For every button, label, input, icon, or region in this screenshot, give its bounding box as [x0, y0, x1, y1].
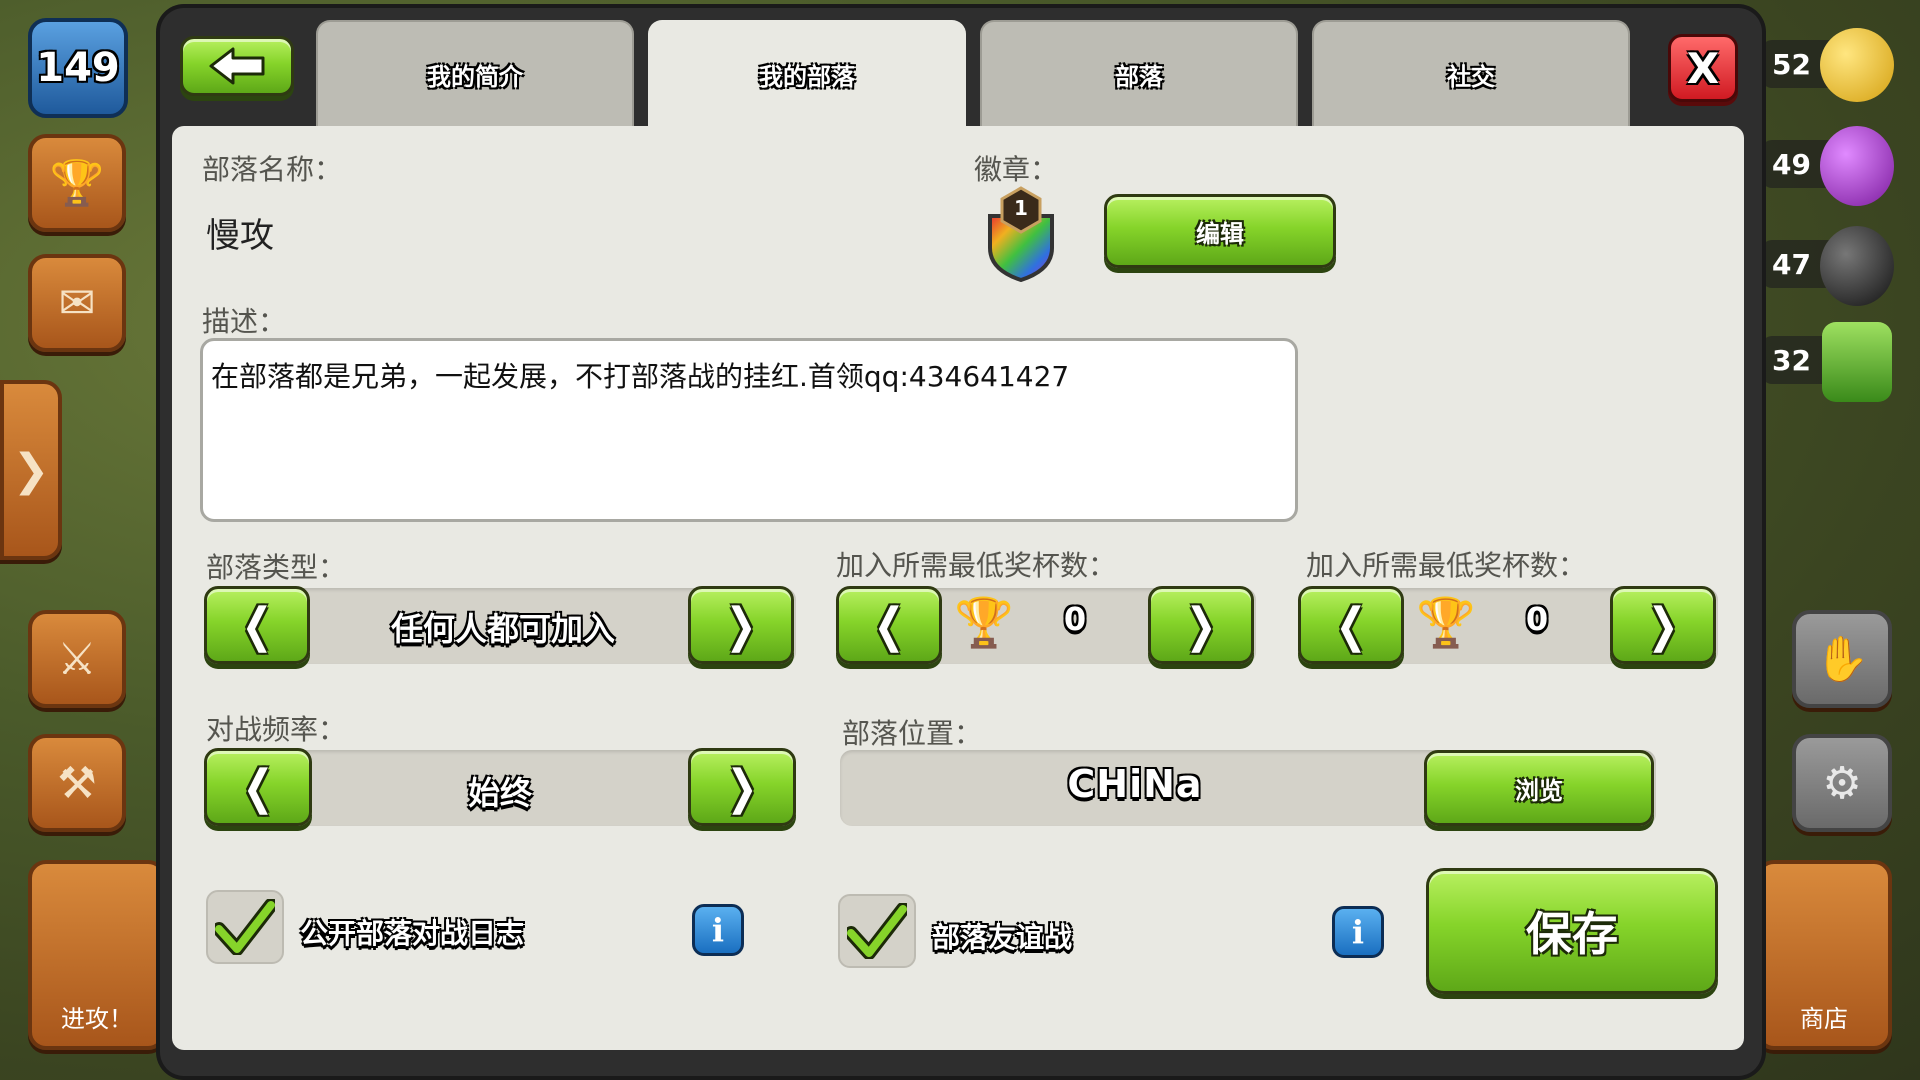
- move-buildings-icon[interactable]: ✋: [1792, 610, 1892, 708]
- min-trophies-value-2: 0: [1525, 600, 1549, 638]
- friendly-war-label: 部落友谊战: [932, 921, 1073, 954]
- tab-my-clan[interactable]: 我的部落: [648, 20, 966, 126]
- info-icon: i: [711, 911, 725, 949]
- back-arrow-icon: [209, 47, 265, 85]
- tab-label: 部落: [1115, 62, 1163, 91]
- dark-elixir-icon: [1820, 226, 1894, 306]
- attack-button[interactable]: 进攻！: [28, 860, 166, 1050]
- badge-level: 1: [1014, 196, 1028, 220]
- location-label: 部落位置：: [842, 717, 983, 750]
- trophy-icon: 🏆: [954, 595, 1014, 651]
- description-textarea[interactable]: 在部落都是兄弟，一起发展，不打部落战的挂红.首领qq:434641427: [200, 338, 1298, 522]
- edit-badge-button[interactable]: 编辑: [1104, 194, 1336, 268]
- chevron-right-icon: ❭: [721, 598, 761, 652]
- shop-label: 商店: [1800, 1005, 1848, 1033]
- edit-button-label: 编辑: [1196, 219, 1244, 248]
- checkmark-icon: [847, 903, 907, 959]
- gem-icon: [1822, 322, 1892, 402]
- chevron-right-icon: ❭: [1181, 598, 1221, 652]
- clan-type-label: 部落类型：: [206, 551, 347, 584]
- clan-type-next-button[interactable]: ❭: [688, 586, 794, 664]
- min-trophies-prev-button-2[interactable]: ❬: [1298, 586, 1404, 664]
- min-trophies-prev-button[interactable]: ❬: [836, 586, 942, 664]
- browse-location-button[interactable]: 浏览: [1424, 750, 1654, 826]
- public-war-log-label: 公开部落对战日志: [300, 917, 525, 950]
- clan-name-field[interactable]: 慢攻: [206, 208, 506, 262]
- clan-type-value: 任何人都可加入: [390, 610, 615, 648]
- public-war-log-checkbox[interactable]: [206, 890, 284, 964]
- war-frequency-value: 始终: [467, 774, 532, 812]
- shop-button[interactable]: 商店: [1756, 860, 1892, 1050]
- settings-gear-icon[interactable]: ⚙: [1792, 734, 1892, 832]
- location-value: CHiNa: [1067, 762, 1203, 806]
- tab-label: 我的简介: [427, 62, 523, 91]
- elixir-icon: [1820, 126, 1894, 206]
- chevron-left-icon: ❬: [237, 598, 277, 652]
- save-button-label: 保存: [1526, 907, 1618, 961]
- close-icon: X: [1686, 43, 1720, 93]
- builder-icon[interactable]: ⚒: [28, 734, 126, 832]
- trophy-icon: 🏆: [1416, 595, 1476, 651]
- war-frequency-next-button[interactable]: ❭: [688, 748, 796, 826]
- side-expand-icon[interactable]: ❯: [0, 380, 62, 560]
- min-trophies-value: 0: [1063, 600, 1087, 638]
- mail-icon[interactable]: ✉: [28, 254, 126, 352]
- tab-clans[interactable]: 部落: [980, 20, 1298, 126]
- gold-icon: [1820, 28, 1894, 102]
- clan-name-label: 部落名称：: [202, 153, 343, 186]
- min-trophies-next-button-2[interactable]: ❭: [1610, 586, 1716, 664]
- chevron-left-icon: ❬: [1331, 598, 1371, 652]
- browse-button-label: 浏览: [1515, 776, 1563, 805]
- description-value: 在部落都是兄弟，一起发展，不打部落战的挂红.首领qq:434641427: [211, 360, 1070, 393]
- trophy-icon[interactable]: 🏆: [28, 134, 126, 232]
- tab-social[interactable]: 社交: [1312, 20, 1630, 126]
- chevron-right-icon: ❭: [722, 760, 762, 814]
- close-button[interactable]: X: [1668, 34, 1738, 102]
- clan-war-icon[interactable]: ⚔: [28, 610, 126, 708]
- chevron-right-icon: ❭: [1643, 598, 1683, 652]
- level-badge[interactable]: 149: [28, 18, 128, 118]
- level-value: 149: [36, 45, 120, 91]
- min-trophies-next-button[interactable]: ❭: [1148, 586, 1254, 664]
- war-frequency-prev-button[interactable]: ❬: [204, 748, 312, 826]
- checkmark-icon: [215, 899, 275, 955]
- description-label: 描述：: [202, 305, 287, 338]
- tab-label: 社交: [1447, 62, 1495, 91]
- min-trophies-label-2: 加入所需最低奖杯数：: [1306, 549, 1587, 582]
- tab-label: 我的部落: [759, 62, 855, 91]
- friendly-war-checkbox[interactable]: [838, 894, 916, 968]
- back-button[interactable]: [180, 36, 294, 96]
- friendly-war-info-button[interactable]: i: [1332, 906, 1384, 958]
- info-icon: i: [1351, 913, 1365, 951]
- attack-label: 进攻！: [61, 1005, 133, 1033]
- clan-name-value: 慢攻: [206, 216, 274, 256]
- chevron-left-icon: ❬: [238, 760, 278, 814]
- min-trophies-label: 加入所需最低奖杯数：: [836, 549, 1117, 582]
- chevron-left-icon: ❬: [869, 598, 909, 652]
- war-frequency-label: 对战频率：: [206, 713, 347, 746]
- public-war-log-info-button[interactable]: i: [692, 904, 744, 956]
- badge-label: 徽章：: [974, 153, 1059, 186]
- save-button[interactable]: 保存: [1426, 868, 1718, 994]
- tab-my-profile[interactable]: 我的简介: [316, 20, 634, 126]
- clan-type-prev-button[interactable]: ❬: [204, 586, 310, 664]
